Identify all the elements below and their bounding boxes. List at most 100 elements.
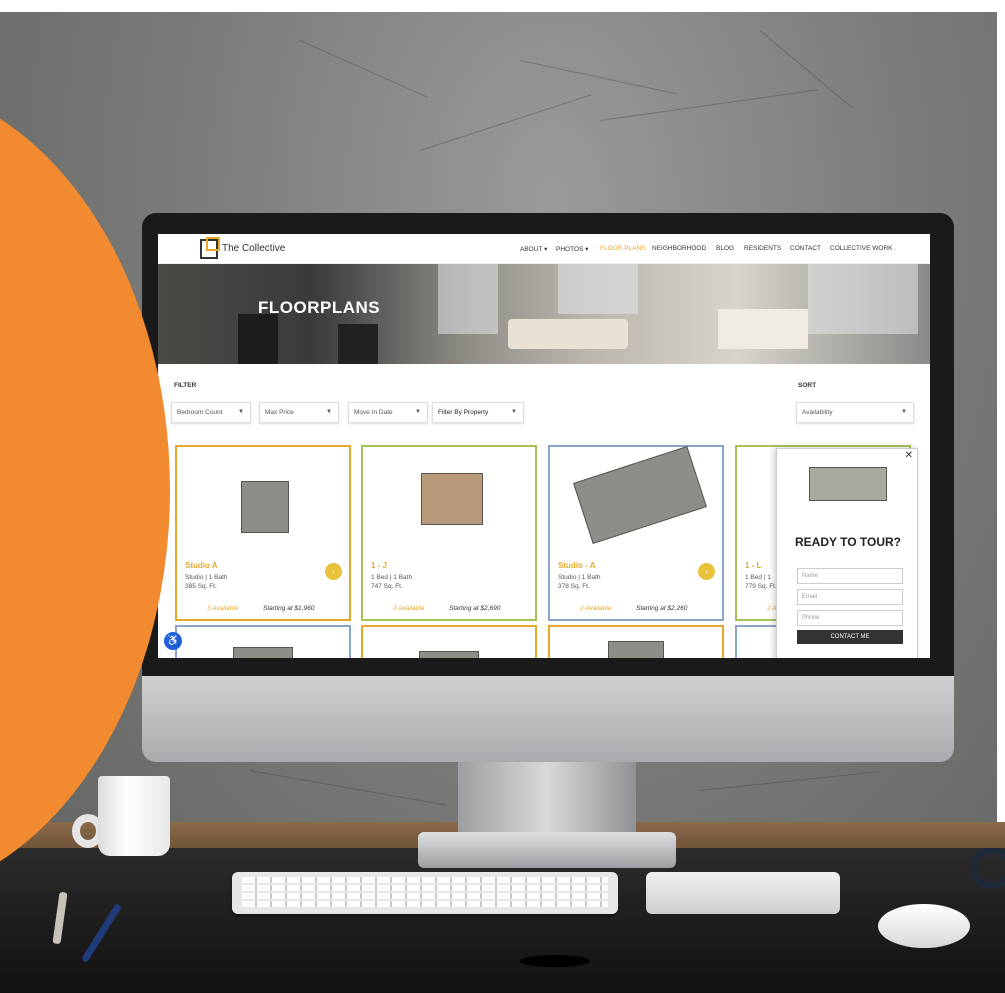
floorplan-card[interactable] bbox=[361, 625, 537, 658]
close-icon[interactable]: ✕ bbox=[905, 450, 913, 461]
floorplan-title: Studio - A bbox=[558, 561, 596, 570]
floorplan-details: 1 Bed | 1 779 Sq. Ft. bbox=[745, 573, 777, 591]
hero-window bbox=[438, 264, 498, 334]
select-value: Bedroom Count bbox=[177, 409, 223, 416]
floorplan-title: 1 - J bbox=[371, 561, 388, 570]
floorplan-image bbox=[233, 647, 293, 658]
floorplan-image bbox=[608, 641, 664, 658]
keyboard-keys bbox=[242, 885, 608, 891]
desk-cable-hole bbox=[520, 955, 590, 967]
select-value: Move In Date bbox=[354, 409, 393, 416]
floorplan-card[interactable] bbox=[175, 625, 351, 658]
floorplan-image bbox=[573, 446, 707, 544]
tour-popup: ✕ READY TO TOUR? Name Email Phone CONTAC… bbox=[776, 448, 918, 658]
chevron-down-icon: ▼ bbox=[415, 409, 421, 415]
wall-crack bbox=[299, 40, 429, 98]
max-price-select[interactable]: Max Price ▼ bbox=[259, 402, 339, 423]
floorplan-image bbox=[419, 651, 479, 658]
hero-window bbox=[558, 264, 638, 314]
filter-label: FILTER bbox=[174, 382, 197, 389]
wall-crack bbox=[419, 94, 592, 151]
floorplan-sqft: 378 Sq. Ft. bbox=[558, 583, 590, 590]
arrow-right-icon[interactable]: › bbox=[698, 563, 715, 580]
brand-name[interactable]: The Collective bbox=[222, 243, 285, 254]
availability-link[interactable]: 3 Available bbox=[207, 605, 238, 612]
monitor-stand-base bbox=[418, 832, 676, 868]
coffee-mug bbox=[98, 776, 170, 856]
desk-scene-photo: The Collective ABOUT ▾ PHOTOS ▾ FLOOR PL… bbox=[0, 0, 1005, 993]
accessibility-icon[interactable]: ♿ bbox=[164, 632, 182, 650]
select-value: Max Price bbox=[265, 409, 294, 416]
arrow-right-icon[interactable]: › bbox=[325, 563, 342, 580]
monitor-chin bbox=[142, 676, 954, 762]
floorplan-sqft: 747 Sq. Ft. bbox=[371, 583, 403, 590]
email-field[interactable]: Email bbox=[797, 589, 903, 605]
chevron-down-icon: ▼ bbox=[901, 409, 907, 415]
monitor-stand-neck bbox=[458, 760, 636, 840]
floorplan-image bbox=[241, 481, 289, 533]
floorplan-card[interactable]: 1 - J 1 Bed | 1 Bath 747 Sq. Ft. 3 Availa… bbox=[361, 445, 537, 621]
hero-chair bbox=[338, 324, 378, 364]
floorplan-image bbox=[421, 473, 483, 525]
floorplan-beds: 1 Bed | 1 bbox=[745, 574, 771, 581]
hero-title: FLOORPLANS bbox=[258, 298, 381, 317]
keyboard bbox=[232, 872, 618, 914]
filter-by-property-select[interactable]: Filter By Property ▼ bbox=[432, 402, 524, 423]
mouse bbox=[878, 904, 970, 948]
nav-floor-plans[interactable]: FLOOR PLANS bbox=[600, 245, 646, 252]
trackpad bbox=[646, 872, 840, 914]
chevron-down-icon: ▼ bbox=[238, 409, 244, 415]
floorplan-image bbox=[809, 467, 887, 501]
floorplan-beds: Studio | 1 Bath bbox=[558, 574, 601, 581]
chevron-down-icon: ▼ bbox=[326, 409, 332, 415]
nav-neighborhood[interactable]: NEIGHBORHOOD bbox=[652, 245, 706, 252]
glasses bbox=[972, 848, 1005, 888]
sort-label: SORT bbox=[798, 382, 817, 389]
floorplan-title: Studio A bbox=[185, 561, 218, 570]
select-value: Availability bbox=[802, 409, 833, 416]
collective-logo-icon[interactable] bbox=[200, 237, 220, 259]
floorplan-details: Studio | 1 Bath 378 Sq. Ft. bbox=[558, 573, 601, 591]
nav-contact[interactable]: CONTACT bbox=[790, 245, 821, 252]
wall-crack bbox=[519, 60, 677, 95]
floorplan-beds: 1 Bed | 1 Bath bbox=[371, 574, 413, 581]
wall-crack bbox=[599, 89, 818, 121]
sort-select[interactable]: Availability ▼ bbox=[796, 402, 914, 423]
hero-window bbox=[808, 264, 918, 334]
floorplan-title: 1 - L bbox=[745, 561, 762, 570]
availability-link[interactable]: 3 Available bbox=[393, 605, 424, 612]
popup-title: READY TO TOUR? bbox=[794, 535, 901, 549]
white-border-top bbox=[0, 0, 1005, 12]
nav-blog[interactable]: BLOG bbox=[716, 245, 734, 252]
select-value: Filter By Property bbox=[438, 409, 489, 416]
hero-chair bbox=[238, 314, 278, 364]
nav-about[interactable]: ABOUT ▾ bbox=[520, 245, 547, 253]
desk-surface bbox=[0, 848, 1005, 993]
wall-crack bbox=[699, 771, 880, 791]
move-in-date-select[interactable]: Move In Date ▼ bbox=[348, 402, 428, 423]
website-screen: The Collective ABOUT ▾ PHOTOS ▾ FLOOR PL… bbox=[158, 234, 930, 658]
floorplan-beds: Studio | 1 Bath bbox=[185, 574, 228, 581]
keyboard-keys bbox=[242, 893, 608, 899]
name-field[interactable]: Name bbox=[797, 568, 903, 584]
hero-sofa bbox=[508, 319, 628, 349]
bedroom-count-select[interactable]: Bedroom Count ▼ bbox=[171, 402, 251, 423]
hero-banner: FLOORPLANS bbox=[158, 264, 930, 364]
floorplan-card[interactable]: Studio - A Studio | 1 Bath 378 Sq. Ft. › … bbox=[548, 445, 724, 621]
availability-link[interactable]: 2 Available bbox=[580, 605, 611, 612]
floorplan-sqft: 779 Sq. Ft. bbox=[745, 583, 777, 590]
chevron-down-icon: ▼ bbox=[511, 409, 517, 415]
hero-kitchen-island bbox=[718, 309, 808, 349]
floorplan-card[interactable]: Studio A Studio | 1 Bath 385 Sq. Ft. › 3 … bbox=[175, 445, 351, 621]
nav-photos[interactable]: PHOTOS ▾ bbox=[556, 245, 588, 253]
floorplan-card[interactable] bbox=[548, 625, 724, 658]
floorplan-sqft: 385 Sq. Ft. bbox=[185, 583, 217, 590]
contact-me-button[interactable]: CONTACT ME bbox=[797, 630, 903, 644]
site-navbar: The Collective ABOUT ▾ PHOTOS ▾ FLOOR PL… bbox=[158, 234, 930, 264]
nav-residents[interactable]: RESIDENTS bbox=[744, 245, 781, 252]
floorplan-details: 1 Bed | 1 Bath 747 Sq. Ft. bbox=[371, 573, 412, 591]
nav-collective-work[interactable]: COLLECTIVE WORK bbox=[830, 245, 892, 252]
phone-field[interactable]: Phone bbox=[797, 610, 903, 626]
starting-price: Starting at $1,960 bbox=[263, 605, 315, 612]
floorplan-details: Studio | 1 Bath 385 Sq. Ft. bbox=[185, 573, 228, 591]
